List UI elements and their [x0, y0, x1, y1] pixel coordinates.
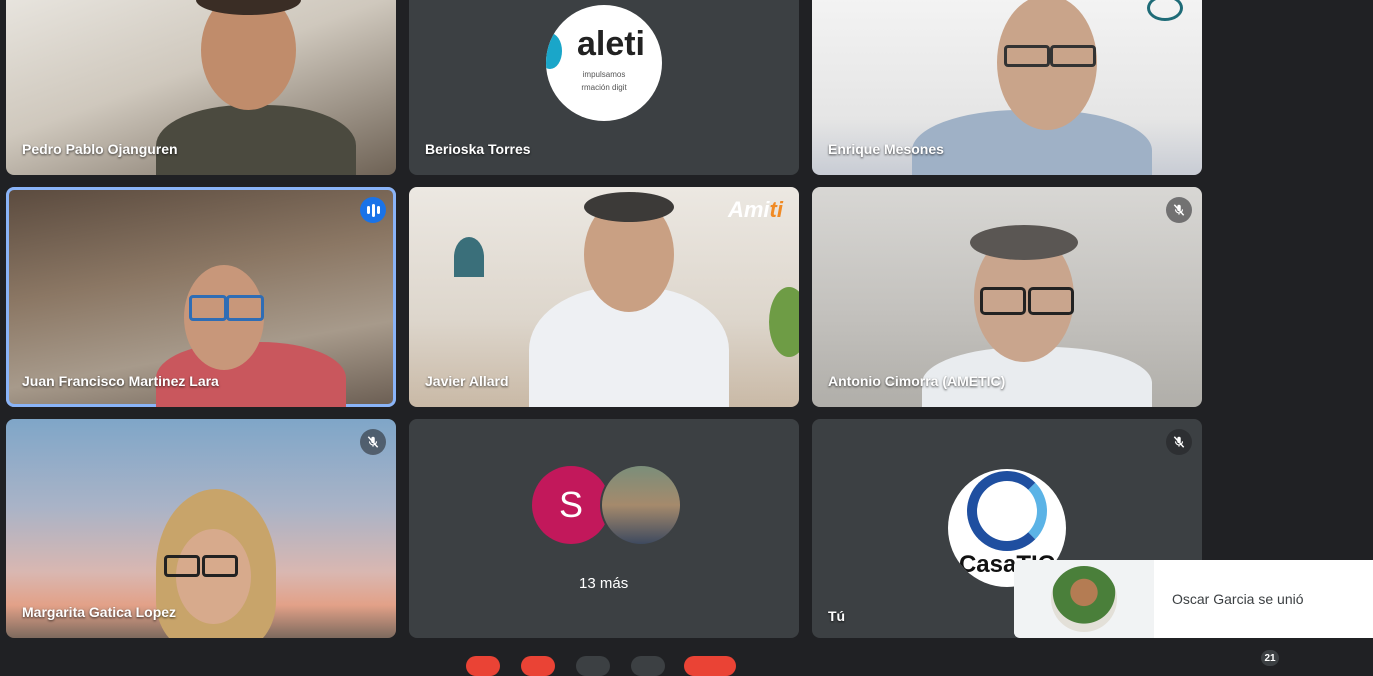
participant-name: Antonio Cimorra (AMETIC)	[828, 373, 1006, 389]
participant-name: Enrique Mesones	[828, 141, 944, 157]
more-participants-tile[interactable]: S 13 más	[409, 419, 799, 638]
participant-name: Berioska Torres	[425, 141, 531, 157]
aleti-logo: aleti impulsamos rmación digit	[546, 5, 662, 121]
mic-off-icon	[1166, 429, 1192, 455]
video-tile-pedro[interactable]: Pedro Pablo Ojanguren	[6, 0, 396, 175]
participant-body	[156, 105, 356, 175]
amiti-watermark: Amiti	[728, 197, 783, 223]
participant-hair	[584, 192, 674, 222]
avatar-initial: S	[532, 466, 610, 544]
video-tile-berioska[interactable]: aleti impulsamos rmación digit Berioska …	[409, 0, 799, 175]
present-button[interactable]	[631, 656, 665, 676]
lamp	[454, 237, 484, 277]
mic-off-icon	[1166, 197, 1192, 223]
mic-button[interactable]	[466, 656, 500, 676]
notification-text: Oscar Garcia se unió	[1172, 591, 1304, 607]
glasses	[189, 295, 227, 321]
logo-tagline: rmación digit	[581, 82, 627, 92]
more-participants-label: 13 más	[579, 575, 629, 592]
glasses	[980, 287, 1026, 315]
participant-count-badge[interactable]: 21	[1261, 650, 1279, 666]
glasses	[1028, 287, 1074, 315]
participant-name: Tú	[828, 608, 846, 624]
participant-name: Juan Francisco Martinez Lara	[22, 373, 219, 389]
video-tile-enrique[interactable]: Enrique Mesones	[812, 0, 1202, 175]
video-tile-antonio[interactable]: Antonio Cimorra (AMETIC)	[812, 187, 1202, 407]
participant-name: Javier Allard	[425, 373, 509, 389]
glasses	[164, 555, 200, 577]
mic-off-icon	[360, 429, 386, 455]
watermark-text-accent: ti	[769, 197, 783, 222]
avatar	[600, 464, 682, 546]
background-logo	[1147, 0, 1183, 21]
participant-head	[201, 0, 296, 110]
glasses	[202, 555, 238, 577]
watermark-text: Ami	[727, 197, 770, 222]
participant-name: Margarita Gatica Lopez	[22, 604, 177, 620]
video-tile-juan-francisco[interactable]: Juan Francisco Martinez Lara	[6, 187, 396, 407]
video-tile-javier[interactable]: Amiti Javier Allard	[409, 187, 799, 407]
glasses	[1050, 45, 1096, 67]
captions-button[interactable]	[576, 656, 610, 676]
speaking-indicator-icon	[360, 197, 386, 223]
notification-avatar	[1014, 560, 1154, 638]
join-notification[interactable]: Oscar Garcia se unió	[1014, 560, 1373, 638]
participant-name: Pedro Pablo Ojanguren	[22, 141, 178, 157]
logo-text: aleti	[576, 24, 646, 63]
logo-tagline: impulsamos	[582, 69, 626, 79]
glasses	[1004, 45, 1050, 67]
glasses	[226, 295, 264, 321]
end-call-button[interactable]	[684, 656, 736, 676]
video-tile-margarita[interactable]: Margarita Gatica Lopez	[6, 419, 396, 638]
camera-button[interactable]	[521, 656, 555, 676]
participant-hair	[970, 225, 1078, 260]
plant	[769, 287, 799, 357]
